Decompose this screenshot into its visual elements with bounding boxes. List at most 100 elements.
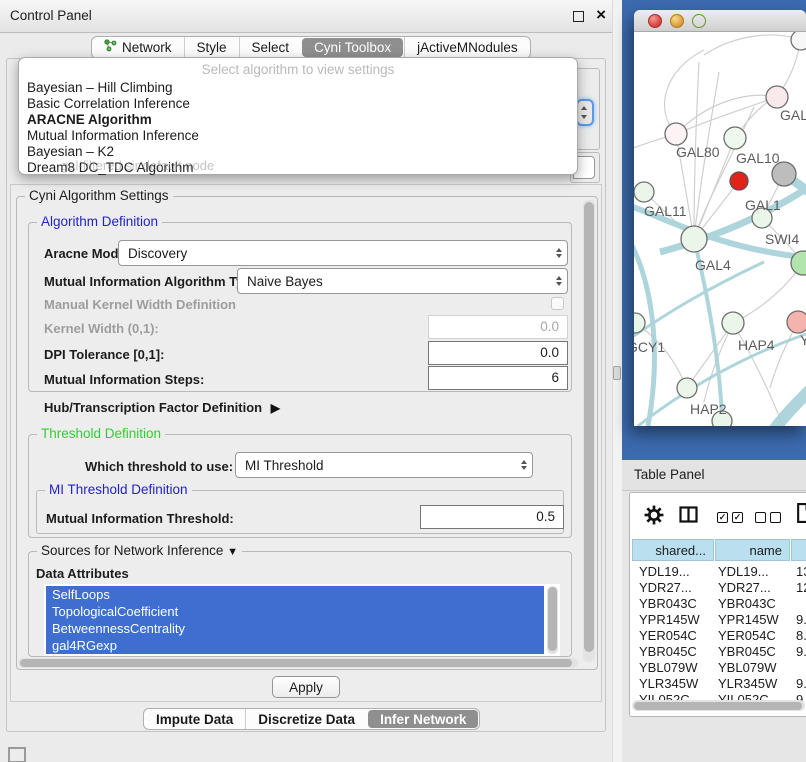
list-item[interactable]: BetweennessCentrality <box>46 620 544 637</box>
mi-threshold-label: Mutual Information Threshold: <box>46 511 234 526</box>
network-node-gal10[interactable] <box>724 127 746 149</box>
list-item[interactable]: gal4RGexp <box>46 637 544 654</box>
apply-button[interactable]: Apply <box>272 676 340 698</box>
network-node[interactable] <box>791 32 806 50</box>
algorithm-combo-spinner-fragment[interactable] <box>576 99 594 126</box>
splitter-handle-icon[interactable] <box>613 366 621 380</box>
table-row[interactable]: YDR27...YDR27...12 <box>630 580 806 596</box>
table-cell: 12 <box>796 580 806 595</box>
select-all-checks-icon[interactable]: ✓ ✓ <box>717 512 743 523</box>
panel-splitter[interactable] <box>612 0 622 762</box>
table-row[interactable]: YBR045CYBR045C9. <box>630 644 806 660</box>
table-card: ✓ ✓ shared... name YDL19...YDL19...13YDR… <box>629 492 806 717</box>
mi-type-combo[interactable]: Naive Bayes <box>237 268 568 294</box>
close-traffic-light-icon[interactable] <box>648 14 662 28</box>
kernel-width-field[interactable]: 0.0 <box>428 315 568 339</box>
network-node-hap2[interactable] <box>677 378 697 398</box>
table-row[interactable]: YPR145WYPR145W9. <box>630 612 806 628</box>
hub-tf-definition-toggle[interactable]: Hub/Transcription Factor Definition ▶ <box>44 400 275 415</box>
network-node-gal11[interactable] <box>634 182 654 202</box>
network-node-gal80[interactable] <box>665 123 687 145</box>
which-threshold-combo[interactable]: MI Threshold <box>235 452 533 478</box>
table-row[interactable]: YBL079W YBL079W <box>630 660 806 676</box>
settings-vscrollbar[interactable] <box>583 200 595 662</box>
sources-title[interactable]: Sources for Network Inference ▼ <box>37 543 242 558</box>
kernel-width-label: Kernel Width (0,1): <box>44 321 159 336</box>
network-node-red[interactable] <box>730 172 748 190</box>
mi-type-label: Mutual Information Algorithm Type: <box>44 274 263 289</box>
table-row[interactable]: YDL19...YDL19...13 <box>630 564 806 580</box>
aracne-mode-combo[interactable]: Discovery <box>118 240 568 266</box>
tab-network[interactable]: Network <box>92 37 184 58</box>
show-columns-icon[interactable] <box>679 506 698 523</box>
popup-item[interactable]: Basic Correlation Inference <box>27 96 190 111</box>
maximize-traffic-light-icon[interactable] <box>692 14 706 28</box>
settings-hscrollbar[interactable] <box>18 658 578 668</box>
table-cell: YDR27... <box>718 580 771 595</box>
screen: Control Panel × Network Style Select Cyn… <box>0 0 806 762</box>
tab-cyni-toolbox[interactable]: Cyni Toolbox <box>302 38 403 57</box>
data-attributes-list: SelfLoops TopologicalCoefficient Between… <box>44 584 560 656</box>
dpi-tolerance-field[interactable]: 0.0 <box>428 341 568 365</box>
mi-threshold-definition-title: MI Threshold Definition <box>45 482 192 497</box>
node-label: GAL1 <box>745 197 781 213</box>
list-item[interactable]: TopologicalCoefficient <box>46 603 544 620</box>
manual-kernel-checkbox[interactable] <box>551 297 564 310</box>
mi-steps-label: Mutual Information Steps: <box>44 372 204 387</box>
deselect-all-checks-icon[interactable] <box>755 512 781 523</box>
list-item[interactable]: SelfLoops <box>46 586 544 603</box>
table-cell: YBR045C <box>718 644 776 659</box>
table-row[interactable]: YER054CYER054C8. <box>630 628 806 644</box>
tab-style[interactable]: Style <box>184 37 239 58</box>
mini-window-icon[interactable] <box>8 747 26 762</box>
algorithm-select-popup: Select algorithm to view settings Bayesi… <box>18 57 578 175</box>
list-scrollbar[interactable] <box>547 586 558 654</box>
tab-impute-data[interactable]: Impute Data <box>144 709 245 729</box>
network-node[interactable] <box>787 311 806 333</box>
table-settings-gear-icon[interactable] <box>644 505 664 525</box>
cyni-algorithm-settings-title: Cyni Algorithm Settings <box>25 188 173 203</box>
tab-discretize-data[interactable]: Discretize Data <box>245 709 367 729</box>
node-label: SWI4 <box>765 231 799 247</box>
close-icon[interactable]: × <box>596 5 606 25</box>
table-header-col3[interactable] <box>791 539 806 561</box>
table-row[interactable]: YBR043CYBR043C <box>630 596 806 612</box>
table-cell: YDL19... <box>718 564 769 579</box>
table-hscrollbar[interactable] <box>632 700 805 711</box>
algorithm-definition-title: Algorithm Definition <box>37 214 162 229</box>
tab-select[interactable]: Select <box>239 37 302 58</box>
table-cell: YLR345W <box>718 676 777 691</box>
table-cell: YBL079W <box>718 660 777 675</box>
popup-item[interactable]: Bayesian – K2 <box>27 144 114 159</box>
aracne-mode-value: Discovery <box>128 246 187 261</box>
control-panel-titlebar: Control Panel × <box>0 0 612 33</box>
popup-item-selected[interactable]: ARACNE Algorithm <box>27 112 152 127</box>
tab-cyni-toolbox-label: Cyni Toolbox <box>314 37 391 58</box>
popup-item[interactable]: Mutual Information Inference <box>27 128 199 143</box>
node-label: HAP4 <box>738 337 775 353</box>
network-node[interactable] <box>766 86 788 108</box>
network-canvas[interactable]: GAL GAL80 GAL10 GAL1 GAL11 SWI4 GAL4 GCY… <box>634 32 806 426</box>
table-cell: 9. <box>796 644 806 659</box>
collapsed-arrow-icon: ▶ <box>271 401 280 415</box>
popup-item[interactable]: Bayesian – Hill Climbing <box>27 80 173 95</box>
new-table-icon[interactable] <box>797 503 806 523</box>
network-node-hap4[interactable] <box>722 312 744 334</box>
minimize-traffic-light-icon[interactable] <box>670 14 684 28</box>
mi-threshold-field[interactable]: 0.5 <box>420 505 564 529</box>
table-header-shared[interactable]: shared... <box>632 539 714 561</box>
table-cell: YLR345W <box>639 676 698 691</box>
tab-jactivemnodules[interactable]: jActiveMNodules <box>404 37 530 58</box>
network-node-gal4[interactable] <box>681 226 707 252</box>
network-window[interactable]: GAL GAL80 GAL10 GAL1 GAL11 SWI4 GAL4 GCY… <box>634 10 806 426</box>
node-label: GAL80 <box>676 144 720 160</box>
tab-infer-network[interactable]: Infer Network <box>368 710 478 728</box>
table-panel-titlebar: Table Panel <box>622 460 806 491</box>
network-window-titlebar[interactable] <box>634 10 806 32</box>
mi-steps-field[interactable]: 6 <box>428 366 568 390</box>
node-label: GAL10 <box>736 150 780 166</box>
table-header-name[interactable]: name <box>715 539 790 561</box>
table-cell: YBL079W <box>639 660 698 675</box>
table-row[interactable]: YLR345WYLR345W9. <box>630 676 806 692</box>
float-window-icon[interactable] <box>573 11 584 22</box>
